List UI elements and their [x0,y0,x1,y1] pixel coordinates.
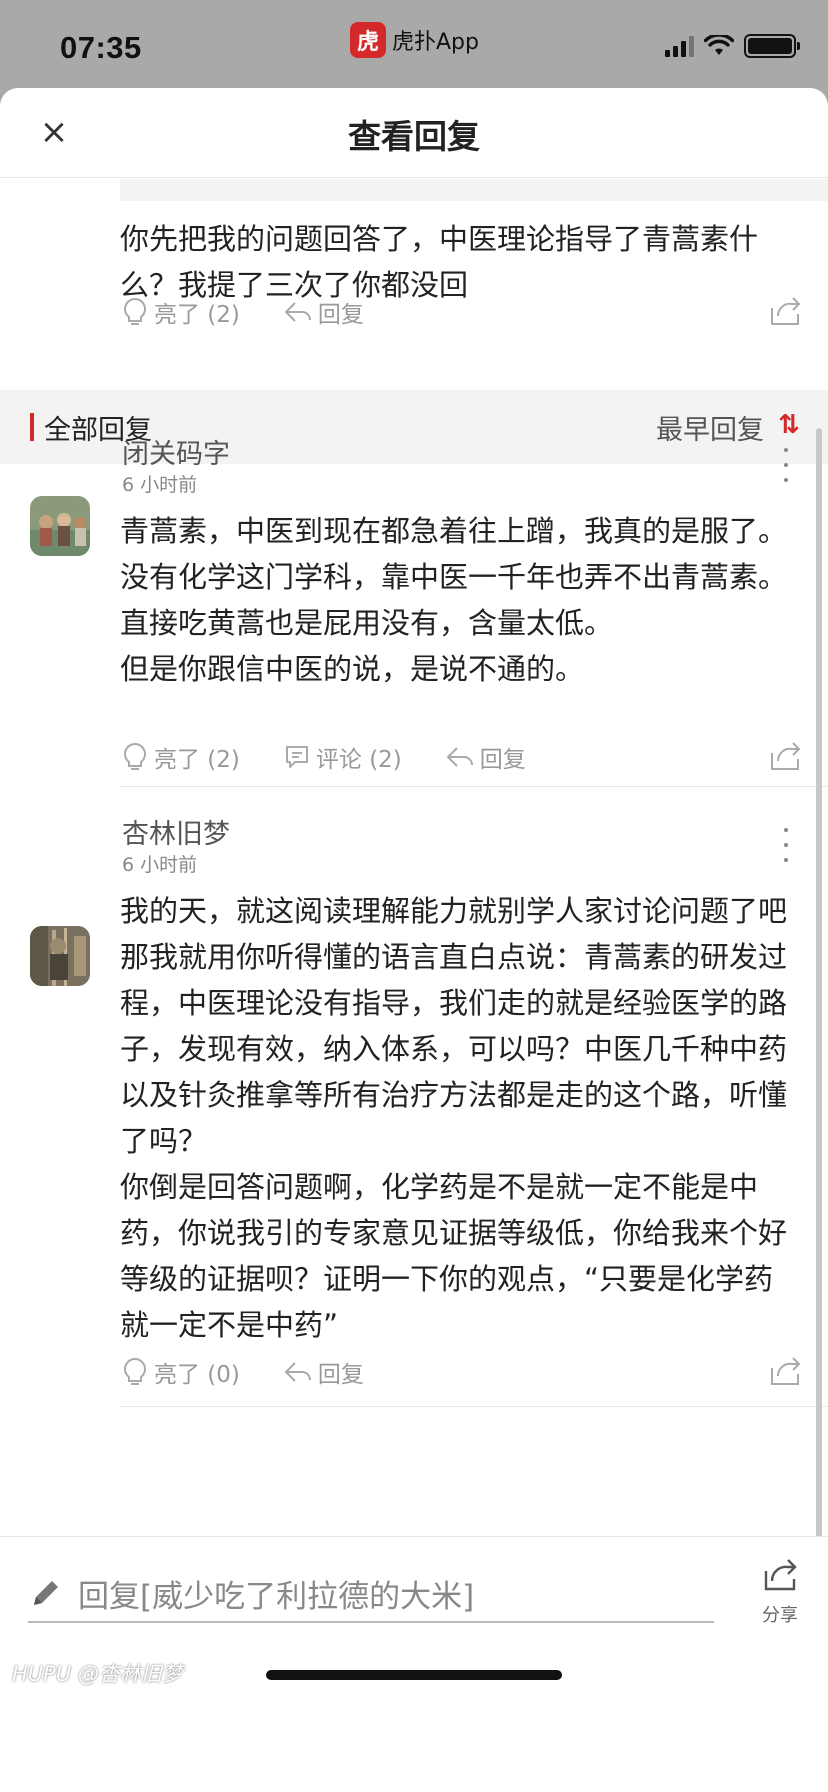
reply-label: 回复 [317,1362,364,1388]
avatar-image [30,926,90,986]
reply-username[interactable]: 闭关码字 [122,432,230,471]
comment-label: 评论 (2) [315,747,402,773]
reply-paragraph: 我的天，就这阅读理解能力就别学人家讨论问题了吧 [120,894,788,928]
status-time: 07:35 [60,30,142,65]
pencil-icon [34,1581,58,1605]
bulb-icon [124,297,146,325]
avatar[interactable] [30,496,90,556]
reply-arrow-icon [284,302,311,322]
app-badge[interactable]: 虎 虎扑App [350,22,479,58]
avatar[interactable] [30,926,90,986]
share-icon[interactable] [768,739,802,773]
like-label: 亮了 (2) [154,747,240,773]
reply-body: 我的天，就这阅读理解能力就别学人家讨论问题了吧 那我就用你听得懂的语言直白点说：… [120,888,788,1348]
scrollbar[interactable] [816,428,822,1648]
reply-paragraph: 你倒是回答问题啊，化学药是不是就一定不能是中药，你说我引的专家意见证据等级低，你… [120,1170,788,1342]
reply-placeholder: 回复[威少吃了利拉德的大米] [78,1578,475,1615]
page-title: 查看回复 [348,117,480,156]
comment-bubble-icon [285,746,308,768]
like-label: 亮了 (2) [154,302,240,328]
watermark: HUPU @杏林旧梦 [12,1662,183,1686]
reply-label: 回复 [317,302,364,328]
more-options-button[interactable] [780,828,792,862]
share-label: 分享 [762,1605,798,1626]
reply-time: 6 小时前 [122,854,198,876]
share-icon[interactable] [768,294,802,328]
sort-icon[interactable]: ⇅ [778,410,800,440]
divider [120,1406,828,1407]
quoted-strip [120,179,828,201]
bulb-icon [124,742,146,770]
section-marker [30,413,34,441]
status-bar: 07:35 虎 虎扑App [0,0,828,88]
share-icon[interactable] [768,1354,802,1388]
battery-icon [744,34,800,58]
home-indicator[interactable] [266,1670,562,1680]
reply-paragraph: 没有化学这门学科，靠中医一千年也弄不出青蒿素。直接吃黄蒿也是屁用没有，含量太低。 [120,560,788,640]
reply-paragraph: 青蒿素，中医到现在都急着往上蹭，我真的是服了。 [120,514,788,548]
share-icon [764,1559,797,1591]
sheet-header: × 查看回复 [0,88,828,178]
quoted-actions: 亮了 (2) 回复 [122,292,408,332]
divider [120,786,828,787]
like-button[interactable]: 亮了 (0) [122,1355,240,1389]
like-button[interactable]: 亮了 (2) [122,740,240,774]
reply-button[interactable]: 回复 [446,740,526,774]
avatar-image [30,496,90,556]
more-options-button[interactable] [780,448,792,482]
reply-username[interactable]: 杏林旧梦 [122,812,230,851]
reply-paragraph: 那我就用你听得懂的语言直白点说：青蒿素的研发过程，中医理论没有指导，我们走的就是… [120,940,788,1158]
reply-paragraph: 但是你跟信中医的说，是说不通的。 [120,652,585,686]
reply-arrow-icon [284,1362,311,1382]
status-icons [665,34,800,58]
like-label: 亮了 (0) [154,1362,240,1388]
hupu-logo-icon: 虎 [350,22,386,58]
comment-button[interactable]: 评论 (2) [284,740,402,774]
reply-button[interactable]: 回复 [284,295,364,329]
reply-button[interactable]: 回复 [284,1355,364,1389]
reply-label: 回复 [479,747,526,773]
like-button[interactable]: 亮了 (2) [122,295,240,329]
reply-input[interactable]: 回复[威少吃了利拉德的大米] [28,1565,714,1623]
sort-toggle[interactable]: 最早回复 [656,408,764,447]
wifi-icon [704,35,734,55]
signal-icon [665,35,694,57]
reply-body: 青蒿素，中医到现在都急着往上蹭，我真的是服了。 没有化学这门学科，靠中医一千年也… [120,508,788,692]
reply-actions: 亮了 (2) 评论 (2) 回复 [122,737,570,777]
reply-time: 6 小时前 [122,474,198,496]
app-name: 虎扑App [392,30,479,55]
share-button[interactable]: 分享 [752,1555,808,1627]
bulb-icon [124,1357,146,1385]
reply-actions: 亮了 (0) 回复 [122,1352,408,1392]
reply-arrow-icon [446,747,473,767]
